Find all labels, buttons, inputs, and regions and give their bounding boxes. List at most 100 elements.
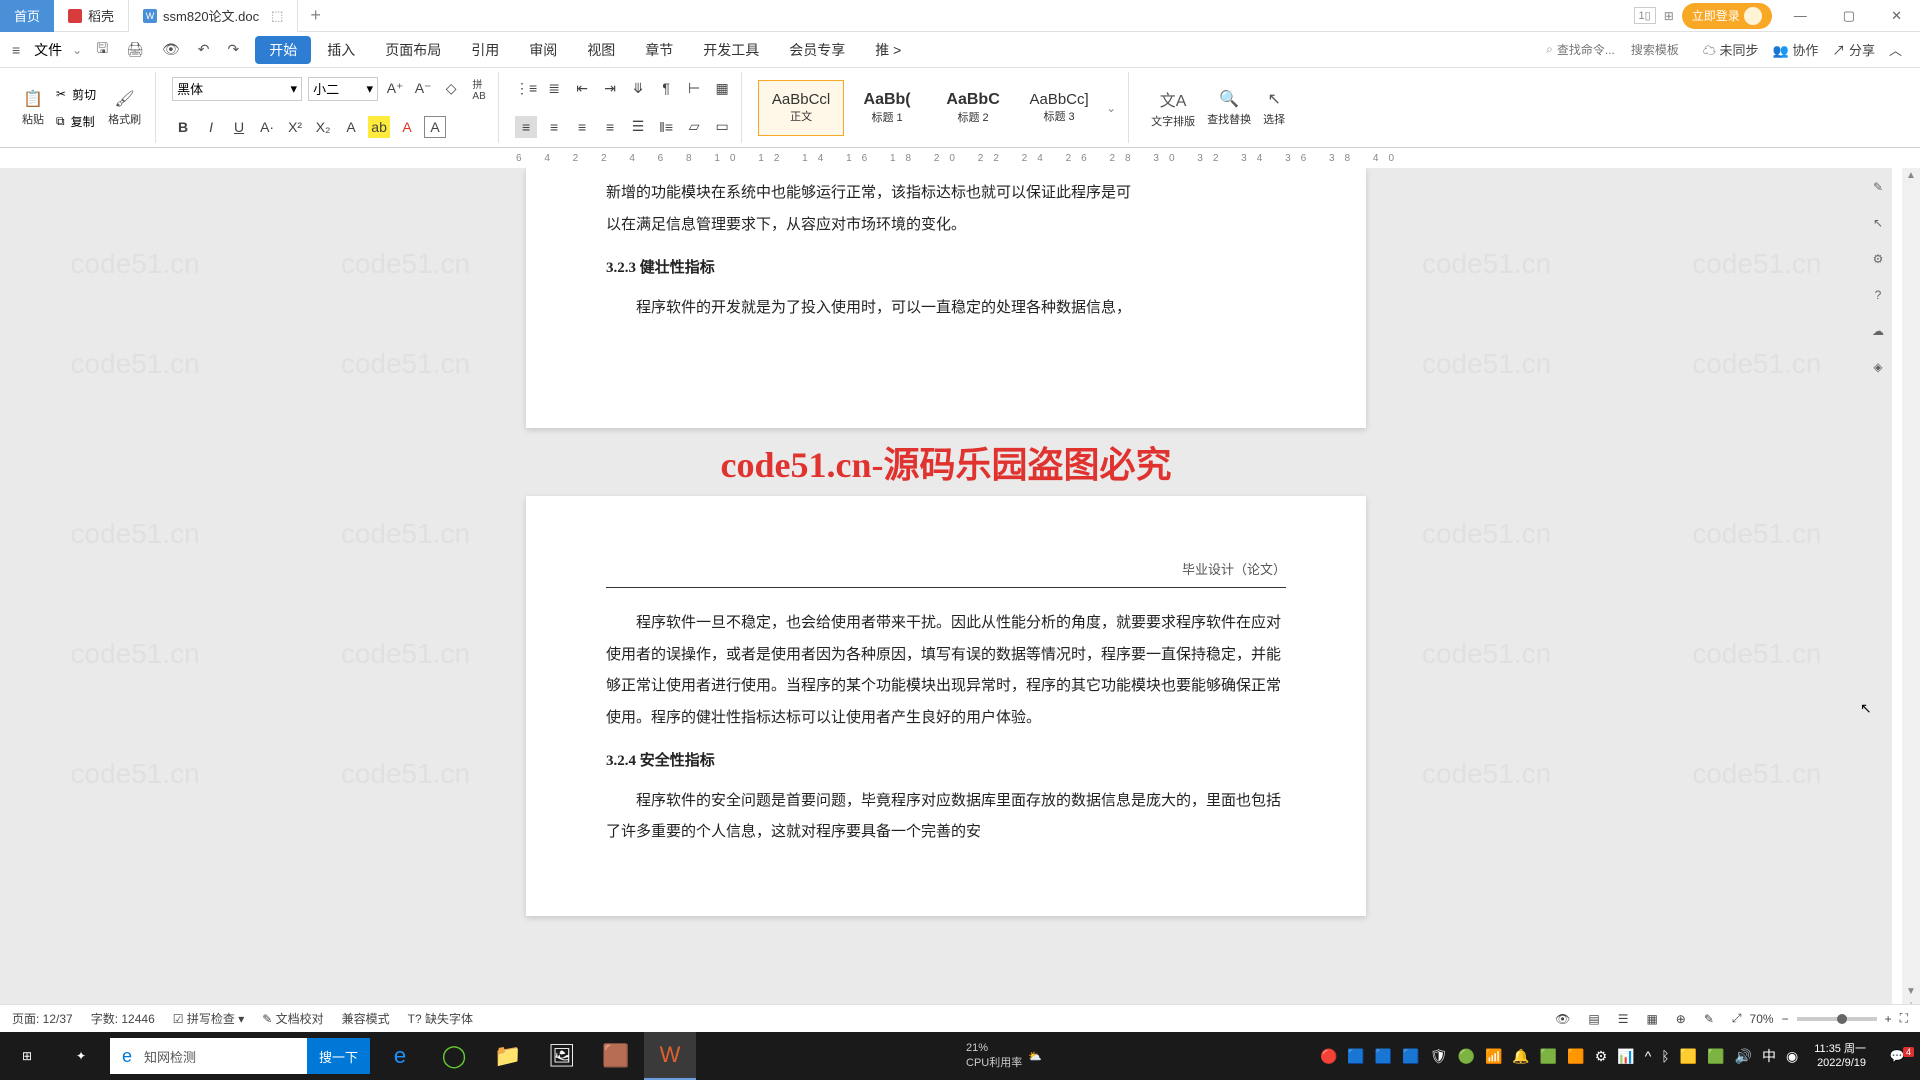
tabs-button[interactable]: ⊢ bbox=[683, 77, 705, 99]
hamburger-icon[interactable]: ≡ bbox=[8, 40, 24, 60]
borders-button[interactable]: ▦ bbox=[711, 77, 733, 99]
select-button[interactable]: ↖选择 bbox=[1257, 72, 1291, 143]
app-ie[interactable]: e bbox=[374, 1032, 426, 1080]
shield-icon[interactable]: 🛡 bbox=[1430, 1048, 1448, 1065]
chevron-down-icon[interactable]: ⌄ bbox=[72, 43, 82, 57]
tray-icon[interactable]: 🟦 bbox=[1347, 1048, 1364, 1065]
tray-icon[interactable]: ⚙ bbox=[1595, 1048, 1608, 1065]
pen-icon[interactable]: ✎ bbox=[1873, 180, 1883, 194]
pinyin-button[interactable]: 拼AB bbox=[468, 78, 490, 100]
clear-format-button[interactable]: ◇ bbox=[440, 78, 462, 100]
align-right-button[interactable]: ≡ bbox=[571, 116, 593, 138]
file-menu[interactable]: 文件 bbox=[34, 40, 62, 60]
print-icon[interactable]: 🖨 bbox=[122, 39, 148, 60]
number-list-button[interactable]: ≣ bbox=[543, 77, 565, 99]
search-go-button[interactable]: 搜一下 bbox=[307, 1038, 370, 1074]
login-button[interactable]: 立即登录 bbox=[1682, 3, 1772, 29]
shading-button[interactable]: ▱ bbox=[683, 116, 705, 138]
clock[interactable]: 11:35 周一 2022/9/19 bbox=[1806, 1042, 1874, 1071]
tray-icon[interactable]: 🟢 bbox=[1458, 1048, 1475, 1065]
char-border-button[interactable]: A bbox=[424, 116, 446, 138]
tpl-search-input[interactable] bbox=[1631, 43, 1701, 57]
tray-icon[interactable]: 🟧 bbox=[1567, 1048, 1584, 1065]
sort-button[interactable]: ⤋ bbox=[627, 77, 649, 99]
zoom-out-button[interactable]: − bbox=[1782, 1012, 1789, 1026]
justify-button[interactable]: ≡ bbox=[599, 116, 621, 138]
highlight-button[interactable]: ab bbox=[368, 116, 390, 138]
distribute-button[interactable]: ☰ bbox=[627, 116, 649, 138]
scroll-up-icon[interactable]: ▲ bbox=[1904, 170, 1918, 184]
diamond-icon[interactable]: ◈ bbox=[1873, 360, 1882, 374]
outdent-button[interactable]: ⇤ bbox=[571, 77, 593, 99]
zoom-control[interactable]: ⤢ 70% − + ⛶ bbox=[1732, 1011, 1908, 1026]
eye-icon[interactable]: 👁 bbox=[1555, 1012, 1570, 1026]
share-button[interactable]: ↗ 分享 bbox=[1832, 40, 1875, 59]
vertical-scrollbar[interactable]: ▲ ▼ ± ○ ⋯ bbox=[1902, 168, 1920, 1044]
fit-icon[interactable]: ⤢ bbox=[1732, 1011, 1742, 1026]
taskbar-search[interactable]: e 知网检测 搜一下 bbox=[110, 1038, 370, 1074]
close-button[interactable]: ✕ bbox=[1877, 2, 1916, 30]
app-wps[interactable]: W bbox=[644, 1032, 696, 1080]
view-read-icon[interactable]: ⊕ bbox=[1676, 1012, 1686, 1026]
wifi-icon[interactable]: 📶 bbox=[1485, 1048, 1502, 1065]
bluetooth-icon[interactable]: ᛒ bbox=[1661, 1048, 1669, 1064]
text-effect-button[interactable]: A bbox=[340, 116, 362, 138]
line-spacing-button[interactable]: ‖≡ bbox=[655, 116, 677, 138]
strike-button[interactable]: A· bbox=[256, 116, 278, 138]
underline-button[interactable]: U bbox=[228, 116, 250, 138]
style-body[interactable]: AaBbCcl正文 bbox=[758, 80, 844, 136]
view-web-icon[interactable]: ▦ bbox=[1646, 1012, 1657, 1026]
missing-font[interactable]: T? 缺失字体 bbox=[408, 1010, 473, 1027]
styles-expand-icon[interactable]: ⌄ bbox=[1102, 101, 1120, 115]
copilot-icon[interactable]: ✦ bbox=[54, 1032, 108, 1080]
ime-icon[interactable]: 中 bbox=[1762, 1046, 1776, 1066]
tray-icon[interactable]: 📊 bbox=[1617, 1048, 1634, 1065]
cut-button[interactable]: ✂剪切 bbox=[56, 86, 96, 103]
menu-ref[interactable]: 引用 bbox=[457, 36, 513, 64]
scroll-down-icon[interactable]: ▼ bbox=[1904, 986, 1918, 1000]
chevron-up-icon[interactable]: ^ bbox=[1645, 1048, 1652, 1064]
menu-review[interactable]: 审阅 bbox=[515, 36, 571, 64]
compat-mode[interactable]: 兼容模式 bbox=[342, 1010, 390, 1027]
unsync-status[interactable]: ☁ 未同步 bbox=[1703, 40, 1759, 59]
document-area[interactable]: code51.cncode51.cncode51.cncode51.cncode… bbox=[0, 168, 1892, 1044]
proofread-button[interactable]: ✎ 文档校对 bbox=[262, 1010, 323, 1027]
page-border-button[interactable]: ▭ bbox=[711, 116, 733, 138]
tray-icon[interactable]: 🟨 bbox=[1680, 1048, 1697, 1065]
bullet-list-button[interactable]: ⋮≡ bbox=[515, 77, 537, 99]
menu-more[interactable]: 推 > bbox=[861, 36, 915, 64]
menu-chapter[interactable]: 章节 bbox=[631, 36, 687, 64]
app-misc1[interactable]: 🟫 bbox=[590, 1032, 642, 1080]
notifications-button[interactable]: 💬4 bbox=[1874, 1049, 1920, 1063]
menu-view[interactable]: 视图 bbox=[573, 36, 629, 64]
super-button[interactable]: X² bbox=[284, 116, 306, 138]
tab-rice[interactable]: 稻壳 bbox=[54, 0, 129, 32]
font-color-button[interactable]: A bbox=[396, 116, 418, 138]
redo-icon[interactable]: ↷ bbox=[223, 39, 243, 60]
show-marks-button[interactable]: ¶ bbox=[655, 77, 677, 99]
font-select[interactable]: 黑体▾ bbox=[172, 77, 302, 101]
tray-icon[interactable]: 🟩 bbox=[1540, 1048, 1557, 1065]
chevron-up-icon[interactable]: ︿ bbox=[1889, 40, 1902, 59]
menu-layout[interactable]: 页面布局 bbox=[371, 36, 455, 64]
tab-home[interactable]: 首页 bbox=[0, 0, 54, 32]
text-arrange-button[interactable]: 文A文字排版 bbox=[1145, 72, 1201, 143]
maximize-button[interactable]: ▢ bbox=[1829, 2, 1869, 30]
align-left-button[interactable]: ≡ bbox=[515, 116, 537, 138]
view-page-icon[interactable]: ▤ bbox=[1588, 1012, 1599, 1026]
style-h3[interactable]: AaBbCc]标题 3 bbox=[1016, 80, 1102, 136]
zoom-in-button[interactable]: + bbox=[1885, 1012, 1892, 1026]
menu-insert[interactable]: 插入 bbox=[313, 36, 369, 64]
tab-document[interactable]: Wssm820论文.doc⬚ bbox=[129, 0, 298, 32]
close-icon[interactable]: ⬚ bbox=[271, 8, 283, 24]
slider-icon[interactable]: ⚙ bbox=[1873, 252, 1884, 266]
layout-toggle-icon[interactable]: 1▯ bbox=[1634, 7, 1656, 24]
menu-dev[interactable]: 开发工具 bbox=[689, 36, 773, 64]
fullscreen-icon[interactable]: ⛶ bbox=[1900, 1011, 1908, 1026]
tray-icon[interactable]: ◉ bbox=[1786, 1048, 1798, 1065]
app-explorer[interactable]: 📁 bbox=[482, 1032, 534, 1080]
pointer-icon[interactable]: ↖ bbox=[1873, 216, 1883, 230]
format-painter-button[interactable]: 🖌格式刷 bbox=[102, 89, 147, 127]
copy-button[interactable]: ⧉复制 bbox=[56, 113, 96, 130]
grow-font-button[interactable]: A⁺ bbox=[384, 78, 406, 100]
